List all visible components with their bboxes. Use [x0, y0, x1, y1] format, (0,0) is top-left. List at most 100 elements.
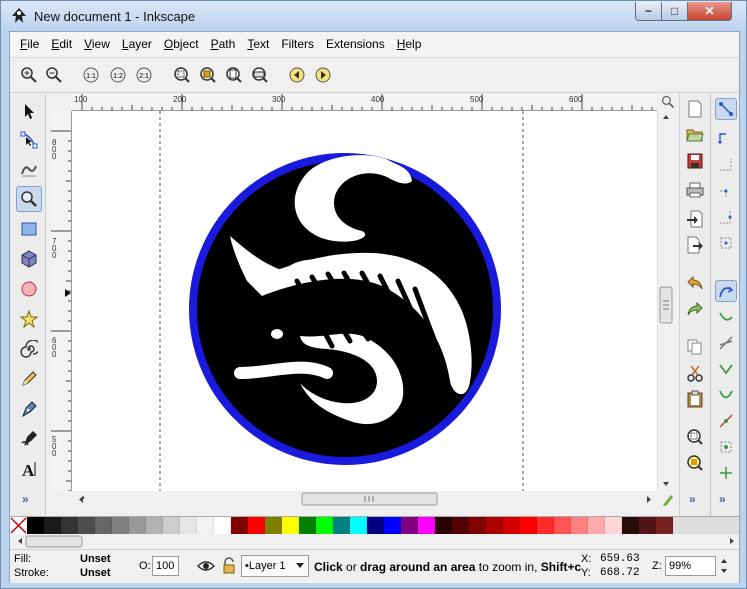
color-swatch[interactable]: [367, 517, 384, 534]
menu-file[interactable]: File: [14, 37, 45, 51]
snap-bbox-centers-button[interactable]: [715, 232, 737, 254]
stroke-value[interactable]: Unset: [80, 567, 111, 579]
color-swatch[interactable]: [265, 517, 282, 534]
rectangle-tool[interactable]: [16, 216, 42, 242]
snap-cusp-nodes-button[interactable]: [715, 358, 737, 380]
open-document-button[interactable]: [684, 124, 706, 146]
zoom-drawing-button[interactable]: [197, 64, 219, 86]
snap-rotation-center-button[interactable]: [715, 462, 737, 484]
color-swatch[interactable]: [384, 517, 401, 534]
ellipse-tool[interactable]: [16, 276, 42, 302]
paste-button[interactable]: [684, 388, 706, 410]
zoom-selection-side-button[interactable]: [684, 426, 706, 448]
zoom-out-button[interactable]: [43, 64, 65, 86]
drawing-canvas[interactable]: [72, 111, 657, 491]
zoom-2-1-button[interactable]: 2:1: [133, 64, 155, 86]
no-paint-swatch[interactable]: [10, 517, 27, 534]
star-tool[interactable]: [16, 306, 42, 332]
color-swatch[interactable]: [503, 517, 520, 534]
zoom-previous-button[interactable]: [286, 64, 308, 86]
palette-scrollbar[interactable]: [10, 534, 739, 549]
color-swatch[interactable]: [231, 517, 248, 534]
color-swatch[interactable]: [571, 517, 588, 534]
color-swatch[interactable]: [282, 517, 299, 534]
color-swatch[interactable]: [299, 517, 316, 534]
zoom-in-button[interactable]: [18, 64, 40, 86]
snap-paths-button[interactable]: [715, 306, 737, 328]
color-swatch[interactable]: [61, 517, 78, 534]
color-swatch[interactable]: [78, 517, 95, 534]
snap-centers-button[interactable]: [715, 436, 737, 458]
selector-tool[interactable]: [16, 98, 42, 124]
color-swatch[interactable]: [95, 517, 112, 534]
zoom-1-2-button[interactable]: 1:2: [107, 64, 129, 86]
layer-selector[interactable]: •Layer 1: [241, 555, 309, 577]
color-swatch[interactable]: [333, 517, 350, 534]
color-swatch[interactable]: [554, 517, 571, 534]
new-document-button[interactable]: [684, 98, 706, 120]
pen-tool[interactable]: [16, 396, 42, 422]
visibility-eye-icon[interactable]: [197, 559, 215, 573]
snap-bbox-midpoints-button[interactable]: [715, 206, 737, 228]
color-swatch[interactable]: [350, 517, 367, 534]
menu-extensions[interactable]: Extensions: [320, 37, 391, 51]
zoom-1-1-button[interactable]: 1:1: [80, 64, 102, 86]
color-swatch[interactable]: [146, 517, 163, 534]
color-swatch[interactable]: [656, 517, 673, 534]
snap-smooth-nodes-button[interactable]: [715, 384, 737, 406]
import-button[interactable]: [684, 208, 706, 230]
color-swatch[interactable]: [163, 517, 180, 534]
snap-more-icon[interactable]: »: [719, 492, 726, 506]
color-swatch[interactable]: [486, 517, 503, 534]
color-swatch[interactable]: [180, 517, 197, 534]
color-swatch[interactable]: [639, 517, 656, 534]
color-swatch[interactable]: [418, 517, 435, 534]
vertical-scrollbar[interactable]: [657, 111, 674, 491]
menu-view[interactable]: View: [78, 37, 116, 51]
commands-more-icon[interactable]: »: [689, 492, 696, 506]
menu-text[interactable]: Text: [241, 37, 275, 51]
minimize-button[interactable]: −: [635, 2, 662, 21]
opacity-input[interactable]: 100: [152, 556, 179, 576]
snap-bbox-button[interactable]: [715, 128, 737, 150]
color-swatch[interactable]: [537, 517, 554, 534]
snap-bbox-edges-button[interactable]: [715, 154, 737, 176]
zoom-input[interactable]: 99%: [665, 556, 716, 576]
cut-button[interactable]: [684, 362, 706, 384]
node-tool[interactable]: [16, 127, 42, 153]
color-swatch[interactable]: [588, 517, 605, 534]
zoom-page-button[interactable]: [223, 64, 245, 86]
snap-enable-button[interactable]: [715, 98, 737, 120]
fill-value[interactable]: Unset: [80, 553, 111, 565]
menu-path[interactable]: Path: [205, 37, 242, 51]
snap-path-intersections-button[interactable]: [715, 332, 737, 354]
menu-help[interactable]: Help: [391, 37, 428, 51]
color-swatch[interactable]: [605, 517, 622, 534]
text-tool[interactable]: A: [16, 456, 42, 482]
print-document-button[interactable]: [684, 179, 706, 201]
color-swatch[interactable]: [248, 517, 265, 534]
snap-nodes-button[interactable]: [715, 280, 737, 302]
pencil-tool[interactable]: [16, 366, 42, 392]
redo-button[interactable]: [684, 298, 706, 320]
undo-button[interactable]: [684, 272, 706, 294]
calligraphy-tool[interactable]: [16, 426, 42, 452]
zoom-spinner-icon[interactable]: [719, 556, 729, 576]
horizontal-scrollbar[interactable]: [51, 491, 679, 508]
color-swatch[interactable]: [214, 517, 231, 534]
menu-layer[interactable]: Layer: [116, 37, 158, 51]
color-swatch[interactable]: [435, 517, 452, 534]
color-swatch[interactable]: [520, 517, 537, 534]
spiral-tool[interactable]: [16, 336, 42, 362]
color-swatch[interactable]: [197, 517, 214, 534]
snap-midpoints-button[interactable]: [715, 410, 737, 432]
3d-box-tool[interactable]: [16, 246, 42, 272]
lock-icon[interactable]: [222, 557, 236, 574]
color-swatch[interactable]: [129, 517, 146, 534]
menu-edit[interactable]: Edit: [45, 37, 78, 51]
copy-button[interactable]: [684, 336, 706, 358]
color-swatch[interactable]: [469, 517, 486, 534]
zoom-drawing-side-button[interactable]: [684, 452, 706, 474]
color-swatch[interactable]: [44, 517, 61, 534]
snap-bbox-corners-button[interactable]: [715, 180, 737, 202]
